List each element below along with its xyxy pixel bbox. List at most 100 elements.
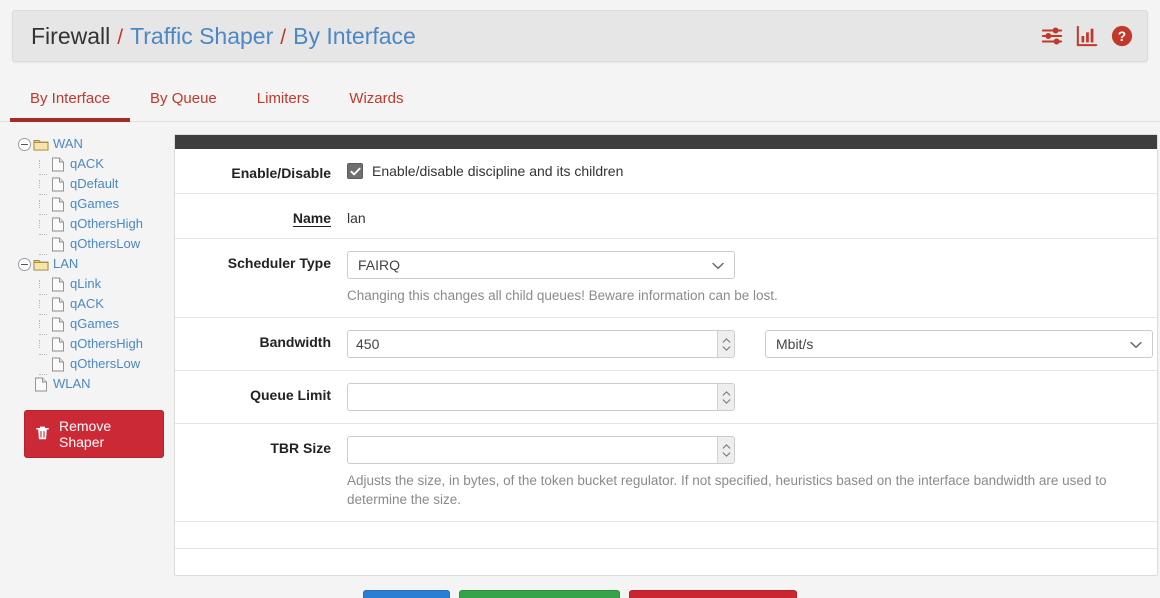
queue-settings-panel: Enable/Disable Enable/disable discipline… bbox=[174, 134, 1158, 576]
breadcrumb-separator: / bbox=[117, 25, 124, 49]
name-label: Name bbox=[175, 206, 347, 226]
bandwidth-input[interactable]: 450 bbox=[347, 330, 735, 358]
row-scheduler-type: Scheduler Type FAIRQ Changing this chang… bbox=[175, 239, 1157, 318]
tree-node-qgames-lan[interactable]: qGames bbox=[18, 314, 164, 335]
page-icon bbox=[50, 337, 66, 352]
page-icon bbox=[50, 297, 66, 312]
page-icon bbox=[50, 197, 66, 212]
name-value: lan bbox=[347, 210, 366, 226]
breadcrumb-section-link[interactable]: Traffic Shaper bbox=[130, 23, 273, 50]
form-actions: Save Add new Queue Delete this queue bbox=[0, 590, 1160, 598]
page-icon bbox=[50, 157, 66, 172]
page-icon bbox=[50, 317, 66, 332]
tab-label: By Queue bbox=[150, 90, 217, 107]
page-icon bbox=[33, 377, 49, 392]
tree-node-label: qGames bbox=[70, 316, 120, 331]
add-new-queue-button[interactable]: Add new Queue bbox=[458, 590, 620, 598]
row-tbr-size: TBR Size Adjusts the size, in bytes, of … bbox=[175, 424, 1157, 522]
breadcrumb-page-link[interactable]: By Interface bbox=[293, 23, 416, 50]
help-icon[interactable]: ? bbox=[1111, 25, 1133, 47]
tree-node-qdefault[interactable]: qDefault bbox=[18, 174, 164, 195]
breadcrumb-root: Firewall bbox=[31, 22, 111, 49]
panel-header-bar bbox=[175, 135, 1157, 149]
page-icon bbox=[50, 277, 66, 292]
tree-node-label: qDefault bbox=[70, 176, 119, 191]
tbr-size-help: Adjusts the size, in bytes, of the token… bbox=[347, 473, 1107, 507]
page-icon bbox=[50, 237, 66, 252]
row-name: Name lan bbox=[175, 194, 1157, 239]
remove-shaper-label: Remove Shaper bbox=[59, 418, 112, 450]
tree-node-qotherslow[interactable]: qOthersLow bbox=[18, 234, 164, 255]
page-icon bbox=[50, 357, 66, 372]
tree-node-qothershigh-lan[interactable]: qOthersHigh bbox=[18, 334, 164, 355]
tab-by-interface[interactable]: By Interface bbox=[10, 76, 131, 122]
folder-icon bbox=[33, 257, 49, 272]
tree-node-label: qACK bbox=[70, 156, 104, 171]
tab-label: Limiters bbox=[256, 90, 310, 107]
row-enable-disable: Enable/Disable Enable/disable discipline… bbox=[175, 149, 1157, 194]
tree-node-qack[interactable]: qACK bbox=[18, 154, 164, 175]
delete-queue-button[interactable]: Delete this queue bbox=[628, 590, 798, 598]
chevron-down-icon bbox=[712, 257, 724, 273]
page-icon bbox=[50, 217, 66, 232]
tab-label: By Interface bbox=[30, 90, 111, 107]
tab-limiters[interactable]: Limiters bbox=[237, 76, 330, 121]
bar-chart-icon[interactable] bbox=[1076, 25, 1098, 47]
enable-disable-checkbox-label: Enable/disable discipline and its childr… bbox=[372, 163, 624, 179]
enable-disable-checkbox[interactable] bbox=[347, 163, 363, 179]
tree-node-label: qACK bbox=[70, 296, 104, 311]
tree-node-qack-lan[interactable]: qACK bbox=[18, 294, 164, 315]
tab-bar: By Interface By Queue Limiters Wizards bbox=[0, 76, 1160, 122]
breadcrumb-separator: / bbox=[280, 25, 287, 49]
tab-by-queue[interactable]: By Queue bbox=[130, 76, 237, 121]
row-spacer-1 bbox=[175, 522, 1157, 549]
row-bandwidth: Bandwidth 450 Mbit/s bbox=[175, 318, 1157, 371]
tab-wizards[interactable]: Wizards bbox=[329, 76, 423, 121]
tree-node-label: WLAN bbox=[53, 376, 91, 391]
tree-node-label: qGames bbox=[70, 196, 120, 211]
bandwidth-stepper[interactable] bbox=[717, 331, 734, 357]
breadcrumb: Firewall / Traffic Shaper / By Interface bbox=[31, 23, 416, 50]
sliders-icon[interactable] bbox=[1041, 25, 1063, 47]
tree-node-label: qOthersHigh bbox=[70, 216, 143, 231]
bandwidth-unit-select[interactable]: Mbit/s bbox=[765, 330, 1153, 358]
tree-node-label: qLink bbox=[70, 276, 102, 291]
tree-node-label: qOthersLow bbox=[70, 236, 141, 251]
tbr-size-input[interactable] bbox=[347, 436, 735, 464]
tree-node-label: qOthersLow bbox=[70, 356, 141, 371]
tree-node-lan[interactable]: LAN bbox=[18, 254, 164, 274]
tbr-size-label: TBR Size bbox=[270, 440, 331, 456]
tree-node-label: WAN bbox=[53, 136, 83, 151]
queue-tree-sidebar: WAN qACK qDefault qGames qOthersHigh qOt… bbox=[12, 134, 164, 576]
tbr-size-stepper[interactable] bbox=[717, 437, 734, 463]
tree-node-qotherslow-lan[interactable]: qOthersLow bbox=[18, 354, 164, 375]
scheduler-type-label: Scheduler Type bbox=[227, 255, 331, 271]
scheduler-type-select[interactable]: FAIRQ bbox=[347, 251, 735, 279]
collapse-toggle-icon[interactable] bbox=[18, 257, 31, 271]
collapse-toggle-icon[interactable] bbox=[18, 137, 31, 151]
chevron-down-icon bbox=[1130, 336, 1142, 352]
tree-node-wlan[interactable]: WLAN bbox=[18, 374, 164, 394]
tree-node-label: qOthersHigh bbox=[70, 336, 143, 351]
bandwidth-unit-value: Mbit/s bbox=[776, 336, 814, 352]
page-icon bbox=[50, 177, 66, 192]
tree-node-qothershigh[interactable]: qOthersHigh bbox=[18, 214, 164, 235]
tab-label: Wizards bbox=[349, 90, 404, 107]
queue-limit-input[interactable] bbox=[347, 383, 735, 411]
queue-limit-label: Queue Limit bbox=[250, 387, 331, 403]
tree-node-qlink[interactable]: qLink bbox=[18, 274, 164, 295]
enable-disable-label: Enable/Disable bbox=[231, 165, 331, 181]
tree-node-label: LAN bbox=[53, 256, 79, 271]
bandwidth-label: Bandwidth bbox=[259, 334, 331, 350]
save-button[interactable]: Save bbox=[362, 590, 450, 598]
tree-node-qgames[interactable]: qGames bbox=[18, 194, 164, 215]
tree-node-wan[interactable]: WAN bbox=[18, 134, 164, 154]
folder-icon bbox=[33, 137, 49, 152]
breadcrumb-bar: Firewall / Traffic Shaper / By Interface… bbox=[12, 10, 1148, 62]
queue-limit-stepper[interactable] bbox=[717, 384, 734, 410]
scheduler-type-help: Changing this changes all child queues! … bbox=[347, 288, 778, 303]
header-icon-group: ? bbox=[1041, 25, 1133, 47]
remove-shaper-button[interactable]: Remove Shaper bbox=[24, 410, 164, 458]
row-spacer-2 bbox=[175, 549, 1157, 575]
row-queue-limit: Queue Limit bbox=[175, 371, 1157, 424]
